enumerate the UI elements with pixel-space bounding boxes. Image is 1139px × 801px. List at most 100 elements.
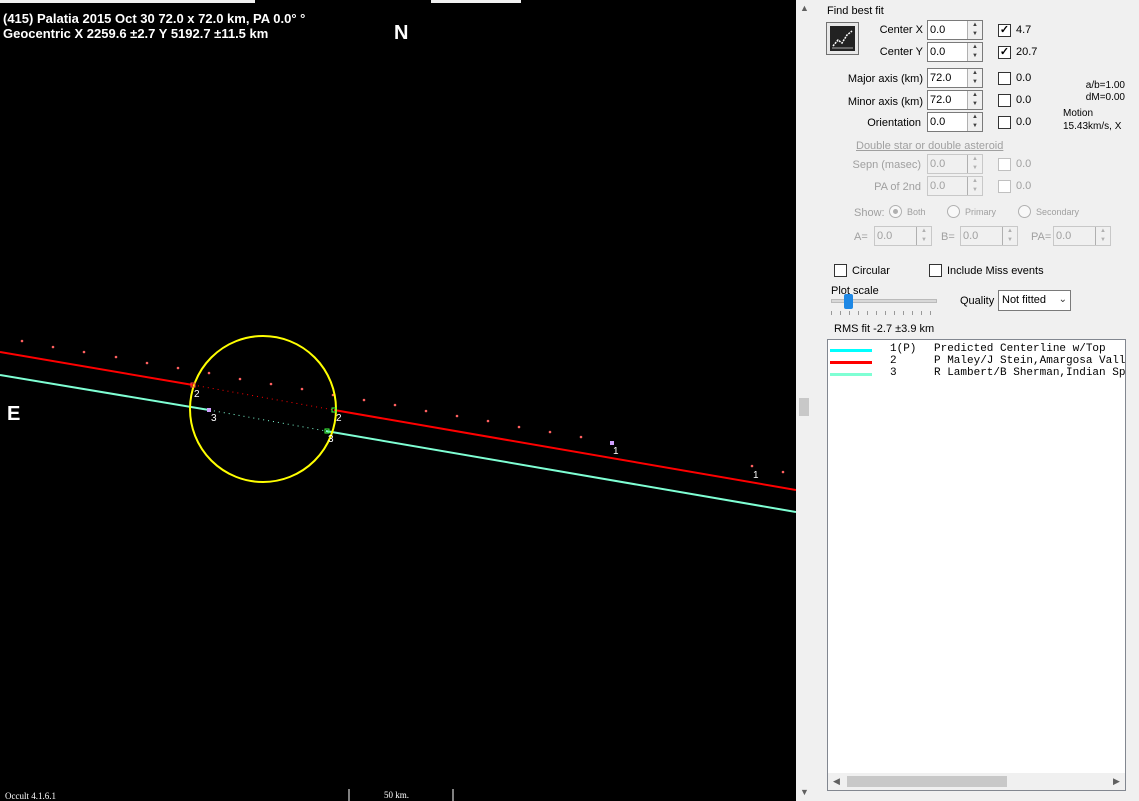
chord-label-2b: 2 — [336, 413, 342, 424]
major-axis-result: 0.0 — [1016, 72, 1032, 84]
rms-fit-label: RMS fit -2.7 ±3.9 km — [834, 323, 935, 335]
major-axis-checkbox[interactable] — [998, 72, 1011, 85]
ab-ratio-info: a/b=1.00 — [1085, 80, 1125, 91]
chevron-down-icon: ⌄ — [1058, 294, 1067, 305]
center-y-result: 20.7 — [1016, 46, 1038, 58]
scroll-up-icon[interactable]: ▲ — [796, 0, 813, 17]
pa-input[interactable]: 0.0 ▲ ▼ — [1053, 226, 1111, 246]
chord-label-1a: 1 — [613, 446, 619, 457]
observer-legend-list[interactable]: 1(P) Predicted Centerline w/Top 2 P Male… — [827, 339, 1126, 791]
chord-3-dotted — [208, 409, 327, 432]
minor-axis-checkbox[interactable] — [998, 94, 1011, 107]
vertical-scrollbar[interactable]: ▲ ▼ — [796, 0, 813, 801]
legend-swatch-1 — [830, 349, 872, 352]
pa2-label: PA of 2nd — [874, 181, 921, 193]
show-primary-radio[interactable] — [947, 205, 960, 218]
double-star-heading: Double star or double asteroid — [856, 140, 1004, 152]
center-y-stepper[interactable]: ▲ ▼ — [967, 43, 982, 61]
orientation-label: Orientation — [867, 117, 921, 129]
pred-marker-1 — [610, 441, 614, 445]
major-axis-stepper[interactable]: ▲ ▼ — [967, 69, 982, 87]
scroll-left-icon[interactable]: ◀ — [828, 773, 845, 790]
orientation-stepper[interactable]: ▲ ▼ — [967, 113, 982, 131]
pa2-stepper[interactable]: ▲ ▼ — [967, 177, 982, 195]
show-both-label: Both — [907, 207, 926, 217]
asteroid-outline-ellipse — [189, 335, 337, 483]
scroll-thumb[interactable] — [799, 398, 809, 416]
sepn-label: Sepn (masec) — [852, 159, 921, 171]
scale-bar-label: 50 km. — [384, 790, 410, 800]
orientation-checkbox[interactable] — [998, 116, 1011, 129]
find-best-fit-heading: Find best fit — [827, 5, 884, 17]
fit-control-panel: Find best fit Center X 0.0 ▲ ▼ ✓ 4.7 Cent… — [813, 0, 1139, 801]
quality-select[interactable]: Not fitted ⌄ — [998, 290, 1071, 311]
a-label: A= — [854, 231, 868, 243]
occult-version: Occult 4.1.6.1 — [5, 791, 56, 801]
legend-swatch-2 — [830, 361, 872, 364]
sepn-checkbox[interactable] — [998, 158, 1011, 171]
pa-label: PA= — [1031, 231, 1052, 243]
quality-label: Quality — [960, 295, 995, 307]
chord-label-3b: 3 — [328, 434, 334, 445]
plot-title-line1: (415) Palatia 2015 Oct 30 72.0 x 72.0 km… — [3, 11, 306, 26]
center-y-checkbox[interactable]: ✓ — [998, 46, 1011, 59]
circular-checkbox[interactable] — [834, 264, 847, 277]
show-label: Show: — [854, 207, 885, 219]
center-x-input[interactable]: 0.0 ▲ ▼ — [927, 20, 983, 40]
center-y-label: Center Y — [879, 46, 923, 58]
predicted-path-dots — [20, 339, 785, 474]
center-x-checkbox[interactable]: ✓ — [998, 24, 1011, 37]
legend-horizontal-scrollbar[interactable]: ◀ ▶ — [828, 773, 1125, 790]
plot-title-line2: Geocentric X 2259.6 ±2.7 Y 5192.7 ±11.5 … — [3, 26, 269, 41]
chord-3-right — [325, 430, 796, 513]
sepn-input[interactable]: 0.0 ▲ ▼ — [927, 154, 983, 174]
legend-scroll-thumb[interactable] — [847, 776, 1007, 787]
legend-swatch-3 — [830, 373, 872, 376]
include-miss-checkbox[interactable] — [929, 264, 942, 277]
show-secondary-radio[interactable] — [1018, 205, 1031, 218]
major-axis-label: Major axis (km) — [847, 73, 923, 85]
a-input[interactable]: 0.0 ▲ ▼ — [874, 226, 932, 246]
chord-2-right — [333, 409, 796, 491]
b-label: B= — [941, 231, 955, 243]
motion-value: 15.43km/s, X — [1063, 121, 1122, 132]
a-stepper[interactable]: ▲ ▼ — [916, 227, 931, 245]
chord-3-left — [0, 374, 210, 411]
minor-axis-stepper[interactable]: ▲ ▼ — [967, 91, 982, 109]
plot-scale-slider-thumb[interactable] — [843, 294, 853, 309]
minor-axis-result: 0.0 — [1016, 94, 1032, 106]
plot-scale-label: Plot scale — [831, 285, 879, 297]
orientation-input[interactable]: 0.0 ▲ ▼ — [927, 112, 983, 132]
b-input[interactable]: 0.0 ▲ ▼ — [960, 226, 1018, 246]
occultation-plot[interactable]: 2 3 2 3 1 1 (415) Palatia 2015 Oct 30 72… — [0, 0, 796, 801]
sepn-result: 0.0 — [1016, 158, 1032, 170]
pa2-checkbox[interactable] — [998, 180, 1011, 193]
event-marker-3a — [207, 408, 211, 412]
center-x-stepper[interactable]: ▲ ▼ — [967, 21, 982, 39]
chord-label-2a: 2 — [194, 389, 200, 400]
scroll-down-icon[interactable]: ▼ — [796, 784, 813, 801]
show-secondary-label: Secondary — [1036, 207, 1080, 217]
chord-label-3a: 3 — [211, 413, 217, 424]
compass-east: E — [7, 403, 21, 425]
pa2-input[interactable]: 0.0 ▲ ▼ — [927, 176, 983, 196]
center-y-input[interactable]: 0.0 ▲ ▼ — [927, 42, 983, 62]
center-x-result: 4.7 — [1016, 24, 1032, 36]
motion-label: Motion — [1063, 108, 1094, 119]
major-axis-input[interactable]: 72.0 ▲ ▼ — [927, 68, 983, 88]
plot-scale-ticks — [831, 311, 937, 315]
minor-axis-input[interactable]: 72.0 ▲ ▼ — [927, 90, 983, 110]
compass-north: N — [394, 22, 409, 44]
pa-stepper[interactable]: ▲ ▼ — [1095, 227, 1110, 245]
chord-label-1b: 1 — [753, 470, 759, 481]
show-primary-label: Primary — [965, 207, 996, 217]
center-x-label: Center X — [879, 24, 923, 36]
circular-label: Circular — [852, 265, 890, 277]
plot-canvas: 2 3 2 3 1 1 — [0, 335, 796, 801]
b-stepper[interactable]: ▲ ▼ — [1002, 227, 1017, 245]
scroll-right-icon[interactable]: ▶ — [1108, 773, 1125, 790]
pa2-result: 0.0 — [1016, 180, 1032, 192]
sepn-stepper[interactable]: ▲ ▼ — [967, 155, 982, 173]
show-both-radio[interactable] — [889, 205, 902, 218]
dm-info: dM=0.00 — [1085, 92, 1125, 103]
